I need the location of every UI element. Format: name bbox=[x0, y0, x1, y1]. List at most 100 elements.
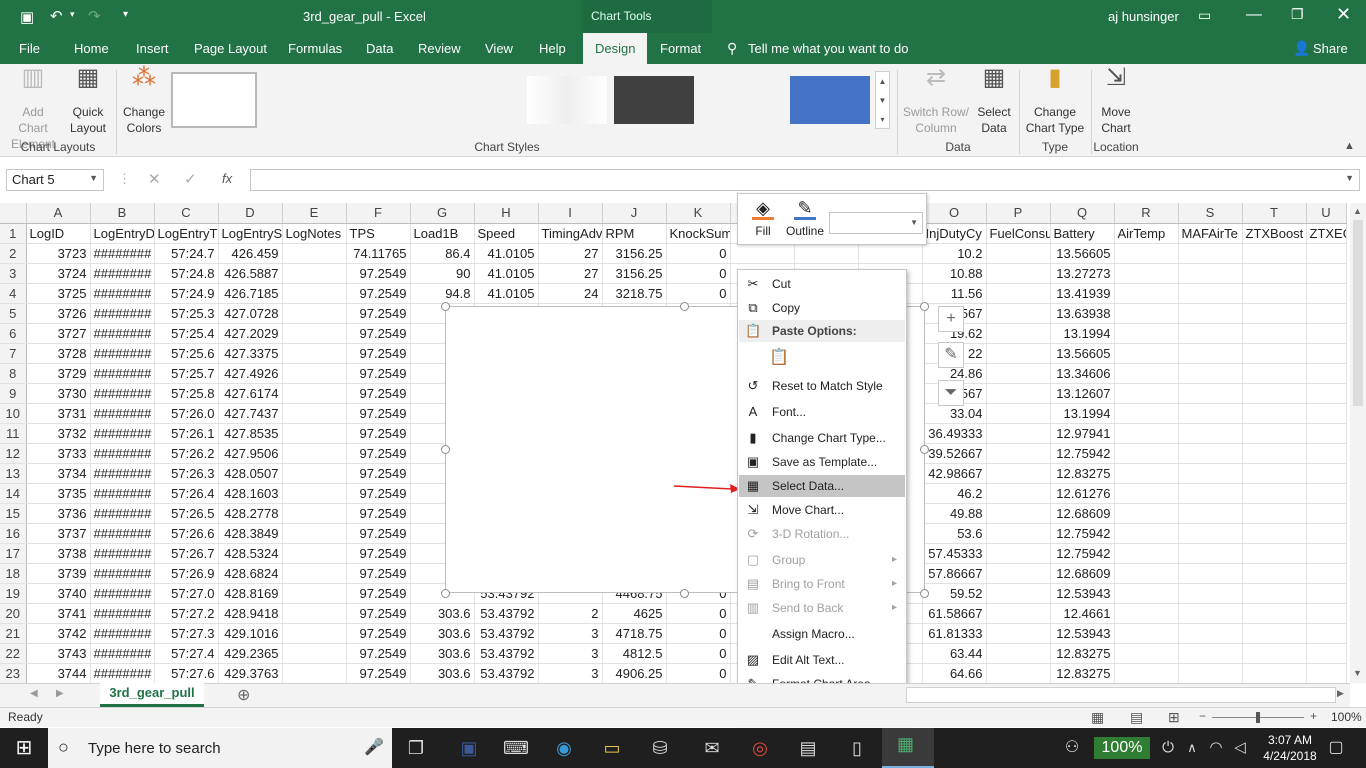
cell[interactable] bbox=[1178, 563, 1243, 584]
cell[interactable]: 427.7437 bbox=[218, 403, 283, 424]
cell[interactable]: 12.83275 bbox=[1050, 463, 1115, 484]
cell[interactable]: ######## bbox=[90, 503, 155, 524]
column-header[interactable]: G bbox=[410, 203, 475, 224]
chart-styles-scroll[interactable]: ▲ ▼ ▾ bbox=[875, 71, 890, 129]
store-icon[interactable]: ⛁ bbox=[646, 734, 674, 762]
cell[interactable]: 57:27.6 bbox=[154, 663, 219, 683]
cell[interactable] bbox=[1178, 523, 1243, 544]
cell[interactable]: 27 bbox=[538, 263, 603, 284]
cell[interactable]: 53.43792 bbox=[474, 623, 539, 644]
cell[interactable] bbox=[1178, 243, 1243, 264]
cell[interactable]: 97.2549 bbox=[346, 483, 411, 504]
cell[interactable]: 12.75942 bbox=[1050, 543, 1115, 564]
battery-percent-badge[interactable]: 100% bbox=[1094, 737, 1150, 759]
confirm-formula-icon[interactable]: ✓ bbox=[184, 170, 197, 188]
cell[interactable] bbox=[1114, 603, 1179, 624]
cell[interactable]: 428.5324 bbox=[218, 543, 283, 564]
quick-layout-button[interactable]: ▦ Quick Layout bbox=[63, 66, 113, 136]
cell[interactable] bbox=[1306, 543, 1347, 564]
cell[interactable] bbox=[730, 243, 795, 264]
cell[interactable]: ######## bbox=[90, 543, 155, 564]
column-header[interactable]: D bbox=[218, 203, 283, 224]
cell[interactable] bbox=[1242, 303, 1307, 324]
menu-item-change-chart-type[interactable]: ▮ Change Chart Type... bbox=[739, 427, 905, 449]
cell[interactable] bbox=[986, 243, 1051, 264]
cell[interactable]: 97.2549 bbox=[346, 623, 411, 644]
row-header[interactable]: 15 bbox=[0, 503, 27, 524]
cell[interactable]: ######## bbox=[90, 603, 155, 624]
cell[interactable] bbox=[282, 243, 347, 264]
cell[interactable]: 0 bbox=[666, 603, 731, 624]
cell[interactable]: 303.6 bbox=[410, 643, 475, 664]
cell[interactable] bbox=[1114, 543, 1179, 564]
column-header[interactable]: U bbox=[1306, 203, 1347, 224]
row-header[interactable]: 13 bbox=[0, 463, 27, 484]
cell[interactable] bbox=[1114, 383, 1179, 404]
cell[interactable] bbox=[1178, 283, 1243, 304]
cell[interactable]: 3744 bbox=[26, 663, 91, 683]
save-icon[interactable]: ▣ bbox=[20, 8, 34, 26]
row-header[interactable]: 5 bbox=[0, 303, 27, 324]
change-colors-button[interactable]: ⁂ Change Colors bbox=[119, 66, 169, 136]
cell[interactable]: 57:26.7 bbox=[154, 543, 219, 564]
cell[interactable] bbox=[1114, 363, 1179, 384]
volume-icon[interactable]: ◁ bbox=[1226, 734, 1254, 762]
cell[interactable]: 12.75942 bbox=[1050, 443, 1115, 464]
cell[interactable]: 13.12607 bbox=[1050, 383, 1115, 404]
cell[interactable] bbox=[1306, 483, 1347, 504]
cell[interactable] bbox=[1306, 603, 1347, 624]
column-header[interactable]: C bbox=[154, 203, 219, 224]
cell[interactable] bbox=[1114, 643, 1179, 664]
column-header[interactable]: H bbox=[474, 203, 539, 224]
column-header[interactable]: T bbox=[1242, 203, 1307, 224]
column-header[interactable]: I bbox=[538, 203, 603, 224]
cell[interactable]: 97.2549 bbox=[346, 343, 411, 364]
chart-element-dropdown[interactable]: ▼ bbox=[829, 212, 923, 234]
cell[interactable]: 3728 bbox=[26, 343, 91, 364]
cell[interactable]: FuelConsu bbox=[986, 223, 1051, 244]
cell[interactable]: 3724 bbox=[26, 263, 91, 284]
cell[interactable]: 4812.5 bbox=[602, 643, 667, 664]
cell[interactable]: 13.34606 bbox=[1050, 363, 1115, 384]
cell[interactable]: 41.0105 bbox=[474, 263, 539, 284]
cell[interactable]: LogEntryS bbox=[218, 223, 283, 244]
network-app-icon[interactable]: ⌨ bbox=[502, 734, 530, 762]
change-chart-type-button[interactable]: ▮ Change Chart Type bbox=[1022, 66, 1088, 136]
customize-qat-icon[interactable]: ▾ bbox=[123, 9, 128, 20]
undo-icon[interactable]: ↶ bbox=[50, 7, 63, 25]
tab-home[interactable]: Home bbox=[74, 33, 109, 64]
cell[interactable]: 0 bbox=[666, 243, 731, 264]
cell[interactable]: 0 bbox=[666, 663, 731, 683]
menu-item-save-as-template[interactable]: ▣ Save as Template... bbox=[739, 451, 905, 473]
cell[interactable] bbox=[282, 643, 347, 664]
cell[interactable]: LogEntryT bbox=[154, 223, 219, 244]
cell[interactable] bbox=[1306, 323, 1347, 344]
chart-styles-brush-icon[interactable]: ✎ bbox=[938, 342, 964, 368]
cell[interactable]: RPM bbox=[602, 223, 667, 244]
cell[interactable]: 3 bbox=[538, 643, 603, 664]
tab-review[interactable]: Review bbox=[418, 33, 461, 64]
share-button[interactable]: Share bbox=[1313, 33, 1348, 64]
cell[interactable]: Load1B bbox=[410, 223, 475, 244]
cell[interactable]: 12.4661 bbox=[1050, 603, 1115, 624]
row-header[interactable]: 12 bbox=[0, 443, 27, 464]
cell[interactable]: 426.7185 bbox=[218, 283, 283, 304]
zoom-in-icon[interactable]: + bbox=[1310, 709, 1317, 723]
cell[interactable]: 57:25.6 bbox=[154, 343, 219, 364]
resize-handle-e[interactable] bbox=[920, 445, 929, 454]
cell[interactable] bbox=[1178, 363, 1243, 384]
resize-handle-ne[interactable] bbox=[920, 302, 929, 311]
cell[interactable] bbox=[1306, 663, 1347, 683]
cell[interactable]: ######## bbox=[90, 423, 155, 444]
cell[interactable] bbox=[1178, 623, 1243, 644]
cell[interactable] bbox=[1242, 463, 1307, 484]
cell[interactable]: ######## bbox=[90, 583, 155, 604]
cell[interactable] bbox=[1178, 543, 1243, 564]
cell[interactable]: 426.5887 bbox=[218, 263, 283, 284]
cell[interactable] bbox=[986, 603, 1051, 624]
switch-row-column-button[interactable]: ⇄ Switch Row/ Column bbox=[900, 66, 972, 136]
row-header[interactable]: 10 bbox=[0, 403, 27, 424]
cell[interactable]: 13.27273 bbox=[1050, 263, 1115, 284]
cell[interactable]: 53.43792 bbox=[474, 603, 539, 624]
column-header[interactable]: J bbox=[602, 203, 667, 224]
